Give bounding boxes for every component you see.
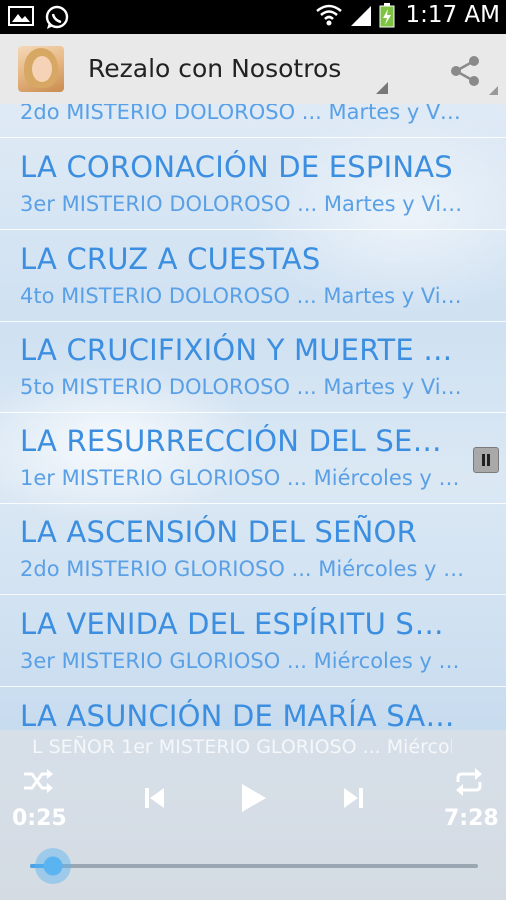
list-item-subtitle: 3er MISTERIO DOLOROSO ... Martes y Viern… <box>20 192 466 216</box>
action-bar: Rezalo con Nosotros <box>0 34 506 105</box>
status-bar: 1:17 AM <box>0 0 506 34</box>
play-icon[interactable] <box>240 782 268 814</box>
list-item-title: LA ASCENSIÓN DEL SEÑOR <box>20 515 417 549</box>
dropdown-indicator-icon <box>376 82 388 94</box>
list-item[interactable]: LA CORONACIÓN DE ESPINAS 3er MISTERIO DO… <box>0 138 506 230</box>
signal-icon <box>351 6 372 26</box>
now-playing-pause-icon[interactable] <box>473 447 499 473</box>
list-item-subtitle: 3er MISTERIO GLORIOSO ... Miércoles y Do… <box>20 649 466 673</box>
list-item-subtitle: 2do MISTERIO GLORIOSO ... Miércoles y Do… <box>20 557 466 581</box>
total-time: 7:28 <box>444 806 499 831</box>
list-item-title: LA RESURRECCIÓN DEL SEÑOR <box>20 424 460 458</box>
list-item[interactable]: LA ASCENSIÓN DEL SEÑOR 2do MISTERIO GLOR… <box>0 503 506 595</box>
list-item[interactable]: LA VENIDA DEL ESPÍRITU SANTO 3er MISTERI… <box>0 595 506 687</box>
app-title[interactable]: Rezalo con Nosotros <box>88 54 341 83</box>
seek-thumb[interactable] <box>35 848 71 884</box>
gallery-icon <box>8 6 34 26</box>
list-item-subtitle: 5to MISTERIO DOLOROSO ... Martes y Viern… <box>20 375 466 399</box>
list-item-subtitle: 2do MISTERIO DOLOROSO ... Martes y Viern… <box>20 104 466 124</box>
shuffle-icon[interactable] <box>22 768 54 794</box>
battery-charging-icon <box>379 3 395 28</box>
mystery-list[interactable]: 2do MISTERIO DOLOROSO ... Martes y Viern… <box>0 104 506 730</box>
audio-player: L SEÑOR 1er MISTERIO GLORIOSO ... Miérco… <box>0 730 506 900</box>
share-icon[interactable] <box>448 54 482 88</box>
clock: 1:17 AM <box>405 2 500 28</box>
list-item[interactable]: LA ASUNCIÓN DE MARÍA SANTÍSIMA <box>0 687 506 730</box>
list-item-subtitle: 4to MISTERIO DOLOROSO ... Martes y Viern… <box>20 284 466 308</box>
list-item-subtitle: 1er MISTERIO GLORIOSO ... Miércoles y Do… <box>20 466 466 490</box>
list-item-title: LA CORONACIÓN DE ESPINAS <box>20 150 453 184</box>
now-playing-text: L SEÑOR 1er MISTERIO GLORIOSO ... Miérco… <box>32 736 452 758</box>
list-item-title: LA CRUZ A CUESTAS <box>20 242 321 276</box>
list-item[interactable]: 2do MISTERIO DOLOROSO ... Martes y Viern… <box>0 104 506 138</box>
list-item[interactable]: LA CRUCIFIXIÓN Y MUERTE DEL SEÑOR 5to MI… <box>0 321 506 413</box>
overflow-indicator-icon <box>489 86 498 95</box>
repeat-icon[interactable] <box>454 768 484 796</box>
next-icon[interactable] <box>342 786 364 810</box>
list-item-title: LA ASUNCIÓN DE MARÍA SANTÍSIMA <box>20 699 460 730</box>
previous-icon[interactable] <box>144 786 166 810</box>
seek-track[interactable] <box>30 864 478 868</box>
list-item[interactable]: LA CRUZ A CUESTAS 4to MISTERIO DOLOROSO … <box>0 230 506 322</box>
whatsapp-icon <box>45 5 69 29</box>
list-item[interactable]: LA RESURRECCIÓN DEL SEÑOR 1er MISTERIO G… <box>0 412 506 504</box>
avatar[interactable] <box>18 46 64 92</box>
list-item-title: LA CRUCIFIXIÓN Y MUERTE DEL SEÑOR <box>20 333 460 367</box>
elapsed-time: 0:25 <box>12 806 67 831</box>
wifi-icon <box>316 4 343 26</box>
list-item-title: LA VENIDA DEL ESPÍRITU SANTO <box>20 607 460 641</box>
